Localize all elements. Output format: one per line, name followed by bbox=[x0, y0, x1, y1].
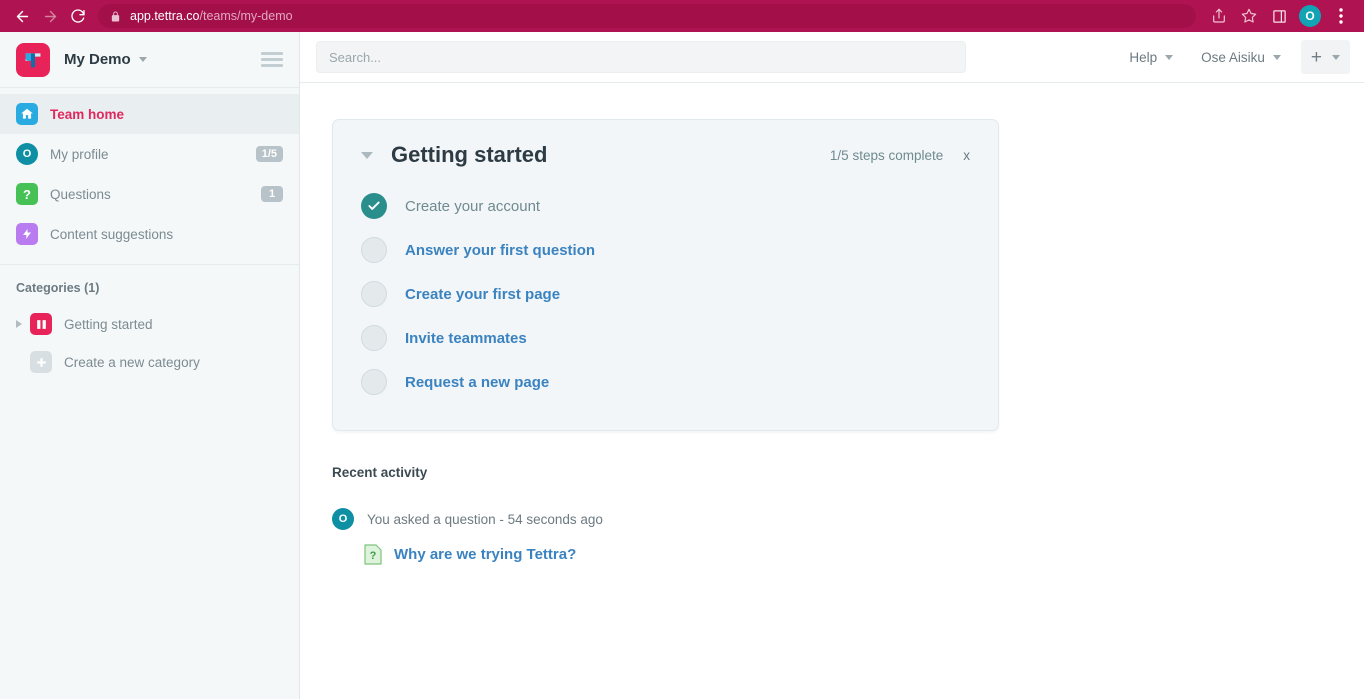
checklist-item[interactable]: Invite teammates bbox=[361, 316, 970, 360]
create-category-label: Create a new category bbox=[64, 354, 200, 370]
help-menu[interactable]: Help bbox=[1115, 50, 1187, 65]
triangle-right-icon[interactable] bbox=[16, 320, 28, 328]
lock-icon bbox=[110, 10, 121, 23]
side-panel-icon[interactable] bbox=[1264, 2, 1294, 30]
forward-arrow-icon[interactable] bbox=[36, 2, 64, 30]
sidebar-item-label: Content suggestions bbox=[50, 226, 174, 242]
activity-text: You asked a question - 54 seconds ago bbox=[367, 511, 603, 527]
help-label: Help bbox=[1129, 49, 1158, 65]
getting-started-list: Create your account Answer your first qu… bbox=[361, 184, 970, 404]
svg-text:?: ? bbox=[370, 550, 377, 562]
sidebar-badge: 1/5 bbox=[255, 146, 283, 162]
category-item-getting-started[interactable]: Getting started bbox=[0, 305, 299, 343]
book-icon bbox=[30, 313, 52, 335]
hamburger-menu-icon[interactable] bbox=[261, 49, 283, 71]
chevron-down-icon[interactable] bbox=[138, 57, 147, 62]
address-bar[interactable]: app.tettra.co/teams/my-demo bbox=[98, 4, 1196, 28]
sidebar-item-label: Questions bbox=[50, 186, 111, 202]
activity-link-row[interactable]: ? Why are we trying Tettra? bbox=[364, 544, 1364, 565]
team-name: My Demo bbox=[64, 51, 131, 68]
url-path: /teams/my-demo bbox=[199, 9, 293, 23]
categories-title: Categories (1) bbox=[16, 281, 100, 295]
question-document-icon: ? bbox=[364, 544, 382, 565]
sidebar-item-questions[interactable]: ? Questions 1 bbox=[0, 174, 299, 214]
empty-circle-icon bbox=[361, 325, 387, 351]
sidebar-item-my-profile[interactable]: O My profile 1/5 bbox=[0, 134, 299, 174]
lightning-bolt-icon bbox=[16, 223, 38, 245]
sidebar-header: My Demo bbox=[0, 32, 299, 88]
plus-icon: + bbox=[1310, 46, 1322, 68]
create-new-button[interactable]: + bbox=[1300, 40, 1350, 74]
sidebar-item-label: My profile bbox=[50, 146, 109, 162]
sidebar: My Demo Team home O My profile 1/5 ? Que… bbox=[0, 32, 300, 699]
plus-icon bbox=[30, 351, 52, 373]
sidebar-categories: Categories (1) Getting started Create a … bbox=[0, 265, 299, 381]
search-input[interactable] bbox=[316, 41, 966, 73]
empty-circle-icon bbox=[361, 369, 387, 395]
share-icon[interactable] bbox=[1204, 2, 1234, 30]
category-label: Getting started bbox=[64, 316, 153, 332]
tettra-logo-icon[interactable] bbox=[16, 42, 50, 77]
checklist-item-label[interactable]: Invite teammates bbox=[405, 330, 527, 347]
empty-circle-icon bbox=[361, 237, 387, 263]
browser-profile-avatar[interactable]: O bbox=[1299, 5, 1321, 27]
checklist-item[interactable]: Create your first page bbox=[361, 272, 970, 316]
chevron-down-icon bbox=[1272, 54, 1281, 60]
question-mark-icon: ? bbox=[16, 183, 38, 205]
chevron-down-icon bbox=[1165, 54, 1174, 60]
getting-started-header: Getting started 1/5 steps complete x bbox=[361, 142, 970, 168]
sidebar-item-team-home[interactable]: Team home bbox=[0, 94, 299, 134]
sidebar-badge: 1 bbox=[261, 186, 283, 202]
activity-row: O You asked a question - 54 seconds ago bbox=[332, 508, 1364, 530]
sidebar-item-label: Team home bbox=[50, 106, 125, 122]
user-label: Ose Aisiku bbox=[1201, 49, 1265, 65]
checklist-item-label[interactable]: Create your first page bbox=[405, 286, 560, 303]
close-icon[interactable]: x bbox=[963, 148, 970, 163]
checklist-item[interactable]: Create your account bbox=[361, 184, 970, 228]
home-icon bbox=[16, 103, 38, 125]
url-domain: app.tettra.co bbox=[130, 9, 200, 23]
sidebar-item-content-suggestions[interactable]: Content suggestions bbox=[0, 214, 299, 254]
chevron-down-icon[interactable] bbox=[1332, 54, 1340, 60]
page-body: My Demo Team home O My profile 1/5 ? Que… bbox=[0, 32, 1364, 699]
avatar-icon: O bbox=[16, 143, 38, 165]
recent-activity-title: Recent activity bbox=[332, 465, 428, 480]
activity-question-link[interactable]: Why are we trying Tettra? bbox=[394, 546, 576, 563]
checklist-item[interactable]: Answer your first question bbox=[361, 228, 970, 272]
checklist-item-label[interactable]: Answer your first question bbox=[405, 242, 595, 259]
user-menu[interactable]: Ose Aisiku bbox=[1187, 50, 1295, 65]
checklist-item[interactable]: Request a new page bbox=[361, 360, 970, 404]
main-area: Help Ose Aisiku + Getting started bbox=[300, 32, 1364, 699]
top-bar-right: Help Ose Aisiku + bbox=[1115, 40, 1350, 74]
getting-started-title: Getting started bbox=[391, 142, 548, 167]
check-circle-icon bbox=[361, 193, 387, 219]
content-area: Getting started 1/5 steps complete x Cre… bbox=[300, 83, 1364, 699]
browser-toolbar: app.tettra.co/teams/my-demo O bbox=[0, 0, 1364, 32]
steps-complete-text: 1/5 steps complete bbox=[829, 147, 944, 163]
create-new-category-button[interactable]: Create a new category bbox=[0, 343, 299, 381]
browser-actions: O bbox=[1204, 2, 1356, 30]
avatar: O bbox=[332, 508, 354, 530]
star-icon[interactable] bbox=[1234, 2, 1264, 30]
checklist-item-label[interactable]: Request a new page bbox=[405, 374, 549, 391]
sidebar-nav: Team home O My profile 1/5 ? Questions 1… bbox=[0, 88, 299, 265]
empty-circle-icon bbox=[361, 281, 387, 307]
url-text: app.tettra.co/teams/my-demo bbox=[130, 9, 293, 23]
getting-started-card: Getting started 1/5 steps complete x Cre… bbox=[332, 119, 999, 431]
triangle-down-icon[interactable] bbox=[361, 151, 373, 159]
checklist-item-label: Create your account bbox=[405, 197, 541, 215]
top-bar: Help Ose Aisiku + bbox=[300, 32, 1364, 83]
back-arrow-icon[interactable] bbox=[8, 2, 36, 30]
reload-icon[interactable] bbox=[64, 2, 92, 30]
three-dot-menu-icon[interactable] bbox=[1326, 2, 1356, 30]
